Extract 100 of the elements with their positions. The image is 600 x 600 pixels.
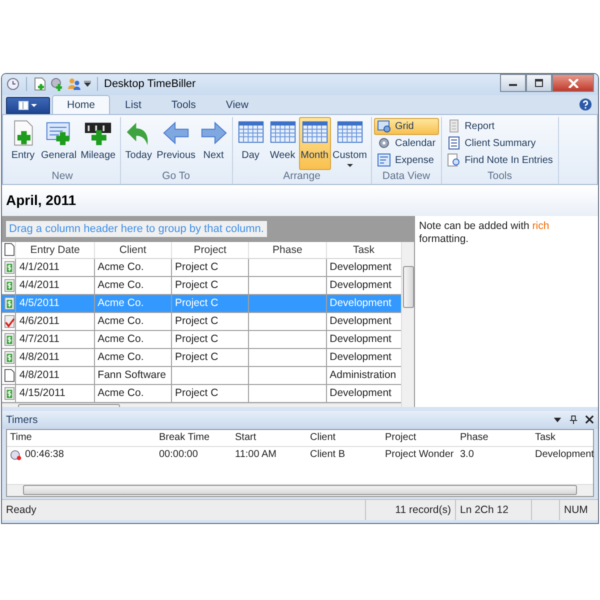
ribbon-button[interactable]: Report: [444, 118, 556, 134]
table-cell: Project C: [174, 297, 218, 309]
table-cell: Acme Co.: [98, 387, 144, 399]
ribbon-tab[interactable]: List: [110, 94, 156, 114]
clock-icon[interactable]: [6, 77, 20, 92]
ribbon-group-label: New: [50, 170, 74, 184]
ribbon-tab[interactable]: View: [210, 94, 264, 114]
ribbon-button[interactable]: Custom: [330, 116, 369, 170]
note-text: Note can be added with rich formatting.: [418, 218, 550, 246]
table-row[interactable]: 4/7/2011 Acme Co. Project C Development: [2, 330, 401, 348]
report-icon: [446, 119, 461, 133]
ribbon-group-label: Tools: [486, 170, 513, 184]
status-text: Ln 2Ch 12: [460, 504, 508, 516]
new-document-icon[interactable]: [33, 77, 47, 92]
column-header[interactable]: Phase: [249, 242, 327, 258]
table-row[interactable]: 4/8/2011 Fann Software Administration: [2, 366, 401, 384]
table-cell: Fann Software: [98, 369, 166, 381]
table-cell: Acme Co.: [98, 333, 144, 345]
table-cell: Project C: [174, 333, 218, 345]
table-cell: 4/5/2011: [19, 297, 60, 309]
horizontal-scrollbar[interactable]: [7, 484, 593, 496]
ribbon-button[interactable]: Mileage: [78, 116, 118, 170]
menu-icon: [18, 100, 38, 110]
table-cell: Development: [330, 387, 392, 399]
column-header[interactable]: [2, 242, 16, 258]
list-icon: [446, 136, 461, 150]
status-text: 11 record(s): [395, 504, 451, 516]
help-icon[interactable]: [579, 98, 592, 110]
table-row[interactable]: 4/6/2011 Acme Co. Project C Development: [2, 312, 401, 330]
ribbon-button[interactable]: Entry: [7, 116, 39, 170]
table-cell: 4/15/2011: [19, 387, 66, 399]
table-cell: Development: [330, 279, 392, 291]
table-cell: Client B: [310, 449, 346, 460]
ribbon-button[interactable]: Find Note In Entries: [444, 152, 556, 168]
table-cell: Acme Co.: [98, 279, 144, 291]
people-icon[interactable]: [67, 77, 81, 92]
table-cell: Administration: [330, 369, 396, 381]
ribbon-button[interactable]: Day: [234, 116, 267, 170]
customize-caret-icon[interactable]: [84, 81, 91, 88]
column-header[interactable]: Entry Date: [16, 242, 95, 258]
table-row[interactable]: 4/8/2011 Acme Co. Project C Development: [2, 348, 401, 366]
column-header[interactable]: Time: [7, 432, 156, 443]
ribbon-button[interactable]: Previous: [154, 116, 198, 170]
column-header[interactable]: Client: [94, 242, 172, 258]
column-header[interactable]: Client: [307, 432, 382, 443]
column-header[interactable]: Task: [532, 432, 592, 443]
table-row[interactable]: 4/1/2011 Acme Co. Project C Development: [2, 258, 401, 276]
dropdown-icon[interactable]: [553, 415, 562, 424]
table-cell: Development: [330, 315, 392, 327]
ribbon-button[interactable]: Next: [198, 116, 230, 170]
column-header[interactable]: Project: [382, 432, 457, 443]
group-by-hint: Drag a column header here to group by that column.: [6, 220, 267, 236]
ribbon-group-label: Go To: [161, 170, 191, 184]
ribbon-button[interactable]: General: [39, 116, 79, 170]
status-text: Ready: [6, 504, 36, 516]
ribbon-button[interactable]: Grid: [374, 118, 439, 134]
column-header[interactable]: Phase: [457, 432, 532, 443]
column-header[interactable]: Break Time: [156, 432, 232, 443]
ribbon-button[interactable]: Month: [298, 116, 331, 170]
pin-icon[interactable]: [569, 415, 578, 424]
minimize-button[interactable]: [500, 74, 526, 92]
column-header[interactable]: Project: [172, 242, 250, 258]
maximize-button[interactable]: [526, 74, 552, 92]
close-icon: [568, 78, 578, 88]
ribbon-group-label: Arrange: [282, 170, 322, 184]
table-cell: 4/1/2011: [19, 261, 60, 273]
close-button[interactable]: [552, 74, 594, 92]
table-cell: Acme Co.: [98, 351, 144, 363]
column-header[interactable]: Task: [326, 242, 401, 258]
dollar-document-icon: [4, 296, 15, 310]
table-cell: Development: [330, 351, 392, 363]
table-cell: 00:00:00: [159, 449, 198, 460]
table-cell: Project C: [174, 261, 218, 273]
close-icon[interactable]: [585, 415, 594, 424]
column-header[interactable]: Start: [232, 432, 307, 443]
table-cell: 4/8/2011: [19, 369, 60, 381]
receipt-icon: [376, 153, 391, 167]
ribbon-button[interactable]: Today: [122, 116, 155, 170]
checked-document-icon: [4, 314, 15, 328]
stopwatch-icon: [10, 448, 22, 460]
ribbon-button[interactable]: Week: [266, 116, 299, 170]
table-cell: Project C: [174, 279, 218, 291]
vertical-scrollbar[interactable]: [401, 242, 414, 406]
ribbon-button[interactable]: Client Summary: [444, 134, 556, 152]
window-title: Desktop TimeBiller: [104, 78, 196, 90]
table-cell: 3.0: [460, 449, 474, 460]
month-heading: April, 2011: [2, 184, 598, 216]
ribbon-button[interactable]: Calendar: [374, 134, 439, 152]
ribbon-tab[interactable]: Tools: [156, 94, 211, 114]
pane-title: Timers: [6, 414, 38, 426]
table-cell: Project C: [174, 387, 218, 399]
table-cell: Project Wonder: [385, 449, 454, 460]
table-cell: Development: [330, 261, 392, 273]
maximize-icon: [534, 79, 544, 87]
table-cell: Project C: [174, 315, 218, 327]
table-cell: 4/7/2011: [19, 333, 60, 345]
ribbon-button[interactable]: Expense: [374, 152, 439, 168]
table-cell: 4/8/2011: [19, 351, 60, 363]
application-menu-button[interactable]: [6, 96, 50, 114]
ribbon-tab[interactable]: Home: [52, 94, 110, 114]
